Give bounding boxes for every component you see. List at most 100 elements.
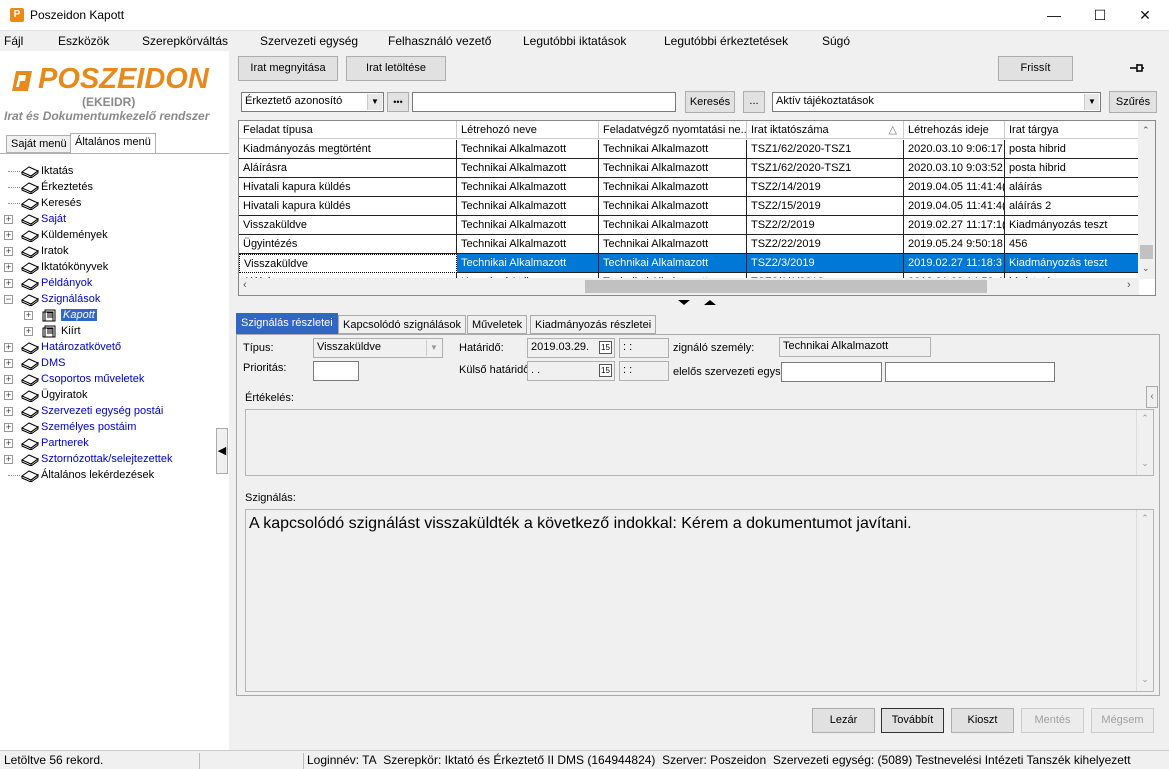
created-cell[interactable]: 2019.05.24 9:50:18 — [904, 235, 1005, 254]
subject-cell[interactable]: Kiadmányozás teszt — [1005, 216, 1139, 235]
subject-cell[interactable]: posta hibrid — [1005, 140, 1139, 159]
expand-icon[interactable]: + — [4, 423, 13, 432]
subject-cell[interactable]: posta hibrid — [1005, 159, 1139, 178]
panel-splitter[interactable] — [674, 298, 722, 308]
reg-number-cell[interactable]: TSZ1/62/2020-TSZ1 — [747, 159, 904, 178]
expand-icon[interactable]: + — [4, 391, 13, 400]
reg-number-cell[interactable]: TSZ2/14/2019 — [747, 178, 904, 197]
subject-cell[interactable]: aláírás 2 — [1005, 197, 1139, 216]
evaluation-scrollbar[interactable]: ⌃ ⌄ — [1136, 410, 1153, 475]
table-row[interactable]: Kiadmányozás megtörtént Technikai Alkalma… — [239, 140, 1139, 159]
expand-icon[interactable]: + — [4, 343, 13, 352]
creator-cell[interactable]: Technikai Alkalmazott — [457, 140, 599, 159]
column-header-task-type[interactable]: Feladat típusa — [239, 121, 457, 139]
filter-button[interactable]: Szűrés — [1109, 91, 1157, 113]
assignee-cell[interactable]: Technikai Alkalmazott — [599, 216, 747, 235]
assignee-cell[interactable]: Technikai Alkalmazott — [599, 178, 747, 197]
column-header-assignee[interactable]: Feladatvégző nyomtatási ne... — [599, 121, 747, 139]
task-type-cell[interactable]: Visszaküldve — [239, 254, 457, 273]
scroll-right-icon[interactable]: › — [1127, 279, 1131, 291]
reg-number-cell[interactable]: TSZ2/22/2019 — [747, 235, 904, 254]
filter-select[interactable]: Aktív tájékoztatások ▼ — [772, 92, 1101, 112]
collapse-pane-button[interactable]: ◀ — [216, 428, 228, 474]
task-type-cell[interactable]: Visszaküldve — [239, 216, 457, 235]
calendar-icon[interactable]: 15 — [599, 364, 612, 377]
menu-tools[interactable]: Eszközök — [58, 34, 109, 48]
horizontal-scrollbar[interactable]: ‹ › — [239, 278, 1139, 295]
deadline-date[interactable]: 2019.03.29. 15 — [527, 338, 615, 358]
horizontal-scroll-thumb[interactable] — [585, 280, 987, 293]
expand-icon[interactable]: + — [4, 359, 13, 368]
column-header-reg-number[interactable]: Irat iktatószáma △ — [747, 121, 904, 139]
assignee-cell[interactable]: Technikai Alkalmazott — [599, 235, 747, 254]
created-cell[interactable]: 2019.04.05 11:41:4( — [904, 178, 1005, 197]
task-type-cell[interactable]: Hivatali kapura küldés — [239, 197, 457, 216]
expand-icon[interactable]: + — [4, 215, 13, 224]
expand-icon[interactable]: + — [4, 247, 13, 256]
creator-cell[interactable]: Technikai Alkalmazott — [457, 178, 599, 197]
org-code-input[interactable] — [781, 362, 882, 382]
table-row[interactable]: Aláírásra Technikai Alkalmazott Technikai … — [239, 159, 1139, 178]
assignee-cell[interactable]: Technikai Alkalmazott — [599, 254, 747, 273]
expand-icon[interactable]: + — [4, 279, 13, 288]
menu-user-lead[interactable]: Felhasználó vezető — [388, 34, 491, 48]
forward-button[interactable]: Továbbít — [881, 708, 944, 733]
subject-cell[interactable]: Kiadmányozás teszt — [1005, 254, 1139, 273]
task-type-cell[interactable]: Ügyintézés — [239, 235, 457, 254]
subject-cell[interactable]: 456 — [1005, 235, 1139, 254]
task-type-cell[interactable]: Kiadmányozás megtörtént — [239, 140, 457, 159]
ellipsis-button[interactable]: ... — [743, 91, 765, 113]
created-cell[interactable]: 2020.03.10 9:06:17 — [904, 140, 1005, 159]
pin-icon[interactable] — [1128, 60, 1146, 76]
table-row[interactable]: Ügyintézés Technikai Alkalmazott Technikai… — [239, 235, 1139, 254]
assignee-cell[interactable]: Technikai Alkalmazott — [599, 140, 747, 159]
tab-signing-details[interactable]: Kiadmányozás részletei — [530, 315, 657, 334]
column-header-created[interactable]: Létrehozás ideje — [904, 121, 1005, 139]
menu-recent-registrations[interactable]: Legutóbbi iktatások — [523, 34, 626, 48]
cancel-button[interactable]: Mégsem — [1091, 708, 1154, 733]
evaluation-textarea[interactable]: ⌃ ⌄ — [245, 409, 1154, 476]
created-cell[interactable]: 2019.04.05 11:41:4( — [904, 197, 1005, 216]
expand-icon[interactable]: + — [24, 327, 33, 336]
type-select[interactable]: Visszaküldve ▼ — [313, 338, 443, 358]
subject-cell[interactable]: aláírás — [1005, 178, 1139, 197]
column-header-creator[interactable]: Létrehozó neve — [457, 121, 599, 139]
external-deadline-date[interactable]: . . 15 — [527, 361, 615, 381]
tab-general-menu[interactable]: Általános menü — [70, 133, 156, 154]
reg-number-cell[interactable]: TSZ1/62/2020-TSZ1 — [747, 140, 904, 159]
menu-help[interactable]: Súgó — [822, 34, 850, 48]
vertical-scroll-thumb[interactable] — [1140, 245, 1153, 259]
external-deadline-time[interactable]: : : — [619, 361, 669, 381]
more-options-button[interactable]: ••• — [387, 92, 409, 112]
vertical-scrollbar[interactable]: ⌃ ⌄ — [1138, 121, 1155, 279]
creator-cell[interactable]: Technikai Alkalmazott — [457, 254, 599, 273]
distribute-button[interactable]: Kioszt — [951, 708, 1014, 733]
task-type-cell[interactable]: Hivatali kapura küldés — [239, 178, 457, 197]
creator-cell[interactable]: Technikai Alkalmazott — [457, 197, 599, 216]
task-type-cell[interactable]: Aláírásra — [239, 159, 457, 178]
collapse-icon[interactable]: − — [4, 295, 13, 304]
expand-icon[interactable]: + — [4, 375, 13, 384]
tab-operations[interactable]: Műveletek — [467, 315, 528, 334]
created-cell[interactable]: 2019.02.27 11:17:1( — [904, 216, 1005, 235]
expand-icon[interactable]: + — [4, 455, 13, 464]
minimize-button[interactable]: — — [1031, 0, 1077, 31]
deadline-time[interactable]: : : — [619, 338, 669, 358]
menu-org-unit[interactable]: Szervezeti egység — [260, 34, 358, 48]
scroll-down-icon[interactable]: ⌄ — [1142, 263, 1150, 274]
assignee-cell[interactable]: Technikai Alkalmazott — [599, 197, 747, 216]
search-field-select[interactable]: Érkeztető azonosító ▼ — [241, 92, 384, 112]
tab-own-menu[interactable]: Saját menü — [6, 135, 72, 153]
expand-side-button[interactable]: ‹ — [1146, 386, 1158, 408]
expand-icon[interactable]: + — [4, 439, 13, 448]
save-button[interactable]: Mentés — [1021, 708, 1084, 733]
reg-number-cell[interactable]: TSZ2/15/2019 — [747, 197, 904, 216]
reg-number-cell[interactable]: TSZ2/2/2019 — [747, 216, 904, 235]
maximize-button[interactable]: ☐ — [1077, 0, 1123, 31]
tab-related-assignments[interactable]: Kapcsolódó szignálások — [338, 315, 467, 334]
refresh-button[interactable]: Frissít — [998, 56, 1073, 81]
calendar-icon[interactable]: 15 — [599, 341, 612, 354]
scroll-left-icon[interactable]: ‹ — [243, 279, 247, 291]
creator-cell[interactable]: Technikai Alkalmazott — [457, 235, 599, 254]
org-name-input[interactable] — [885, 362, 1055, 382]
